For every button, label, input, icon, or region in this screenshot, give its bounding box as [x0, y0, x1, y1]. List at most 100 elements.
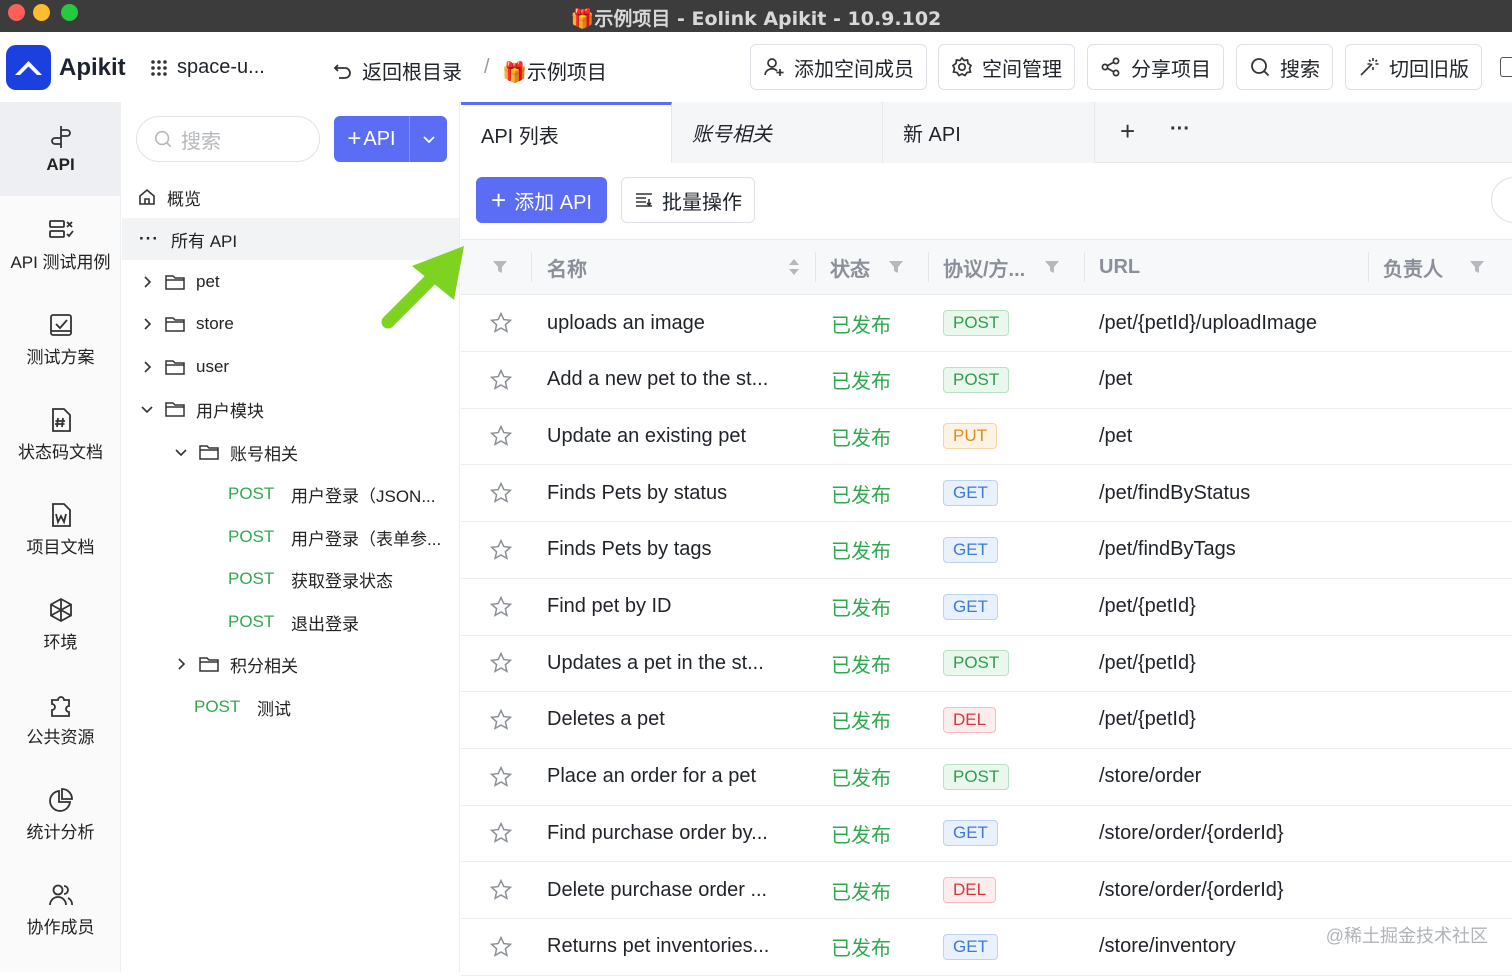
url-cell: /pet/findByStatus [1099, 481, 1251, 504]
tree-folder-user-module[interactable]: 用户模块 [122, 388, 459, 430]
star-icon[interactable] [489, 522, 513, 578]
api-name-cell[interactable]: Place an order for a pet [547, 749, 756, 805]
table-search-input[interactable] [1491, 177, 1512, 223]
filter-icon[interactable] [491, 240, 509, 294]
star-icon[interactable] [489, 295, 513, 351]
star-icon[interactable] [489, 408, 513, 464]
new-tab-plus-icon[interactable]: + [1120, 116, 1135, 147]
tree-api-item[interactable]: POST 获取登录状态 [122, 558, 459, 600]
tree-search-input[interactable]: 搜索 [136, 116, 320, 162]
add-api-main-button[interactable]: + 添加 API [476, 177, 607, 223]
method-cell: GET [943, 522, 998, 578]
nav-project-doc[interactable]: 项目文档 [0, 482, 121, 576]
col-url-header[interactable]: URL [1099, 240, 1140, 294]
col-status-header[interactable]: 状态 [830, 240, 870, 294]
tree-folder-points[interactable]: 积分相关 [122, 643, 459, 685]
api-name-cell[interactable]: Deletes a pet [547, 692, 665, 748]
tab-api-list[interactable]: API 列表 [461, 102, 672, 163]
tab-account[interactable]: 账号相关 [672, 102, 883, 163]
star-icon[interactable] [489, 465, 513, 521]
status-cell: 已发布 [831, 484, 891, 507]
tree-api-item[interactable]: POST 用户登录（JSON... [122, 473, 459, 515]
table-row[interactable]: Updates a pet in the st... 已发布 POST/pet/{p… [461, 635, 1512, 693]
api-name-cell[interactable]: Returns pet inventories... [547, 919, 769, 975]
add-api-dropdown[interactable] [409, 116, 447, 162]
filter-icon[interactable] [1043, 240, 1061, 294]
api-name-cell[interactable]: Find purchase order by... [547, 805, 768, 861]
back-to-root-link[interactable]: 返回根目录 [332, 56, 462, 85]
star-icon[interactable] [489, 749, 513, 805]
col-name-header[interactable]: 名称 [547, 240, 587, 294]
table-row[interactable]: Add a new pet to the st... 已发布 POST/pet [461, 352, 1512, 409]
add-api-button[interactable]: + API [334, 116, 409, 162]
tree-folder-account[interactable]: 账号相关 [122, 431, 459, 473]
nav-members[interactable]: 协作成员 [0, 862, 121, 956]
add-space-member-button[interactable]: 添加空间成员 [750, 44, 927, 90]
nav-api-test-case[interactable]: API 测试用例 [0, 197, 121, 291]
apikit-logo-icon[interactable] [6, 45, 51, 90]
nav-api-label: API [46, 155, 75, 174]
share-project-button[interactable]: 分享项目 [1087, 44, 1224, 90]
panel-toggle-icon[interactable] [1500, 57, 1512, 77]
nav-status-code[interactable]: 状态码文档 [0, 387, 121, 481]
method-cell: DEL [943, 862, 997, 918]
api-name-cell[interactable]: Finds Pets by status [547, 465, 727, 521]
nav-environment[interactable]: 环境 [0, 577, 121, 671]
api-name-cell[interactable]: Updates a pet in the st... [547, 635, 764, 691]
table-row[interactable]: Finds Pets by status 已发布 GET/pet/findBySta… [461, 465, 1512, 523]
tree-api-item[interactable]: POST 退出登录 [122, 601, 459, 643]
star-icon[interactable] [489, 692, 513, 748]
tree-folder-user[interactable]: user [122, 346, 459, 388]
table-row[interactable]: Find purchase order by... 已发布 GET/store/or… [461, 805, 1512, 863]
space-switcher[interactable]: space-u... [150, 56, 265, 79]
table-row[interactable]: Delete purchase order ... 已发布 DEL/store/or… [461, 862, 1512, 919]
star-icon[interactable] [489, 862, 513, 918]
star-icon[interactable] [489, 805, 513, 861]
gear-icon [951, 56, 973, 77]
table-row[interactable]: Place an order for a pet 已发布 POST/store/or… [461, 749, 1512, 806]
sort-icon[interactable] [787, 240, 801, 294]
table-row[interactable]: Update an existing pet 已发布 PUT/pet [461, 408, 1512, 466]
api-name-cell[interactable]: uploads an image [547, 295, 705, 351]
search-button[interactable]: 搜索 [1236, 44, 1333, 90]
star-icon[interactable] [489, 635, 513, 691]
api-name-cell[interactable]: Delete purchase order ... [547, 862, 767, 918]
star-icon[interactable] [489, 352, 513, 408]
space-manage-button[interactable]: 空间管理 [938, 44, 1075, 90]
tree-api-item[interactable]: POST 测试 [122, 686, 459, 728]
col-protocol-header[interactable]: 协议/方... [943, 240, 1025, 294]
nav-status-code-label: 状态码文档 [18, 442, 103, 462]
all-api-label: 所有 API [170, 231, 238, 251]
environment-icon [49, 597, 72, 622]
tree-api-item[interactable]: POST 用户登录（表单参... [122, 516, 459, 558]
nav-statistics[interactable]: 统计分析 [0, 767, 121, 861]
project-name[interactable]: 🎁示例项目 [502, 56, 607, 85]
nav-api[interactable]: API [0, 102, 121, 196]
method-badge: PUT [943, 423, 997, 450]
api-name-cell[interactable]: Find pet by ID [547, 579, 672, 635]
batch-operation-button[interactable]: 批量操作 [621, 177, 755, 223]
method-cell: POST [943, 749, 1010, 805]
tab-new-api[interactable]: 新 API [883, 102, 1095, 163]
status-cell: 已发布 [831, 541, 891, 564]
star-icon[interactable] [489, 579, 513, 635]
api-name-cell[interactable]: Update an existing pet [547, 408, 746, 464]
col-owner-header[interactable]: 负责人 [1383, 240, 1443, 294]
nav-public-resource[interactable]: 公共资源 [0, 672, 121, 766]
star-icon[interactable] [489, 919, 513, 975]
switch-old-version-button[interactable]: 切回旧版 [1345, 44, 1482, 90]
add-api-split-button[interactable]: + API [334, 116, 447, 162]
table-row[interactable]: Finds Pets by tags 已发布 GET/pet/findByTags [461, 522, 1512, 579]
more-tabs-icon[interactable]: ··· [1170, 118, 1190, 141]
method-label: POST [228, 484, 275, 503]
table-row[interactable]: uploads an image 已发布 POST/pet/{petId}/uplo… [461, 295, 1512, 352]
filter-icon[interactable] [887, 240, 905, 294]
nav-test-plan[interactable]: 测试方案 [0, 292, 121, 386]
table-row[interactable]: Find pet by ID 已发布 GET/pet/{petId} [461, 579, 1512, 636]
table-row[interactable]: Deletes a pet 已发布 DEL/pet/{petId} [461, 692, 1512, 749]
tree-item-overview[interactable]: 概览 [122, 176, 459, 218]
api-name-cell[interactable]: Finds Pets by tags [547, 522, 712, 578]
url-cell: /pet [1099, 368, 1133, 391]
api-name-cell[interactable]: Add a new pet to the st... [547, 352, 768, 408]
filter-icon[interactable] [1468, 240, 1486, 294]
